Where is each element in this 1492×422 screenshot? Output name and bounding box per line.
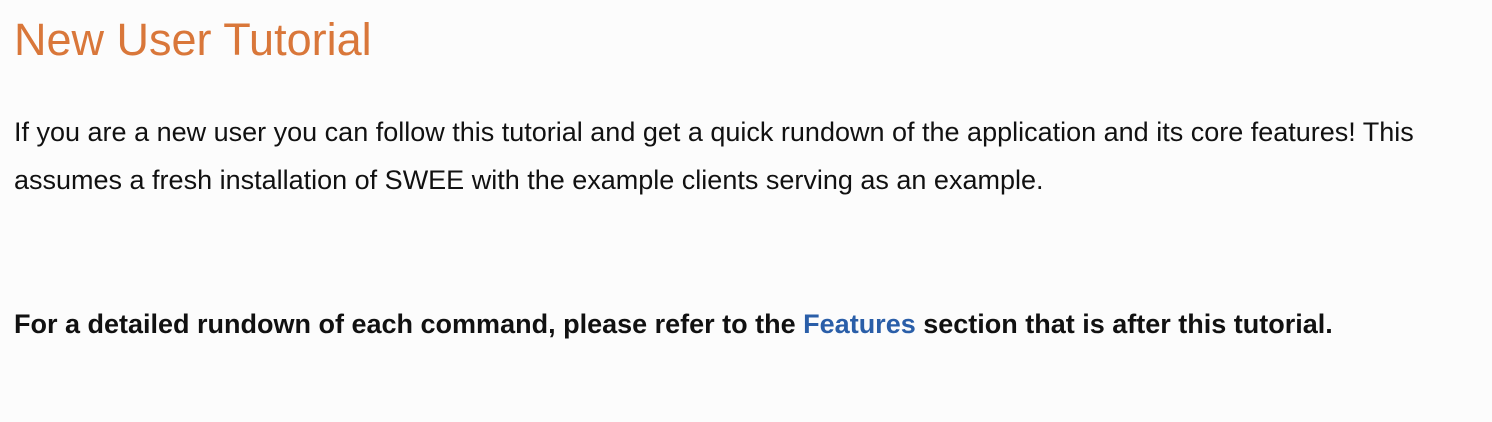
features-note-prefix: For a detailed rundown of each command, … xyxy=(14,309,804,339)
page-title: New User Tutorial xyxy=(14,14,372,65)
features-note-suffix: section that is after this tutorial. xyxy=(915,309,1333,339)
features-link[interactable]: Features xyxy=(803,309,916,339)
tutorial-section: New User Tutorial If you are a new user … xyxy=(0,0,1492,422)
features-note: For a detailed rundown of each command, … xyxy=(14,300,1484,348)
intro-paragraph: If you are a new user you can follow thi… xyxy=(14,117,1414,195)
